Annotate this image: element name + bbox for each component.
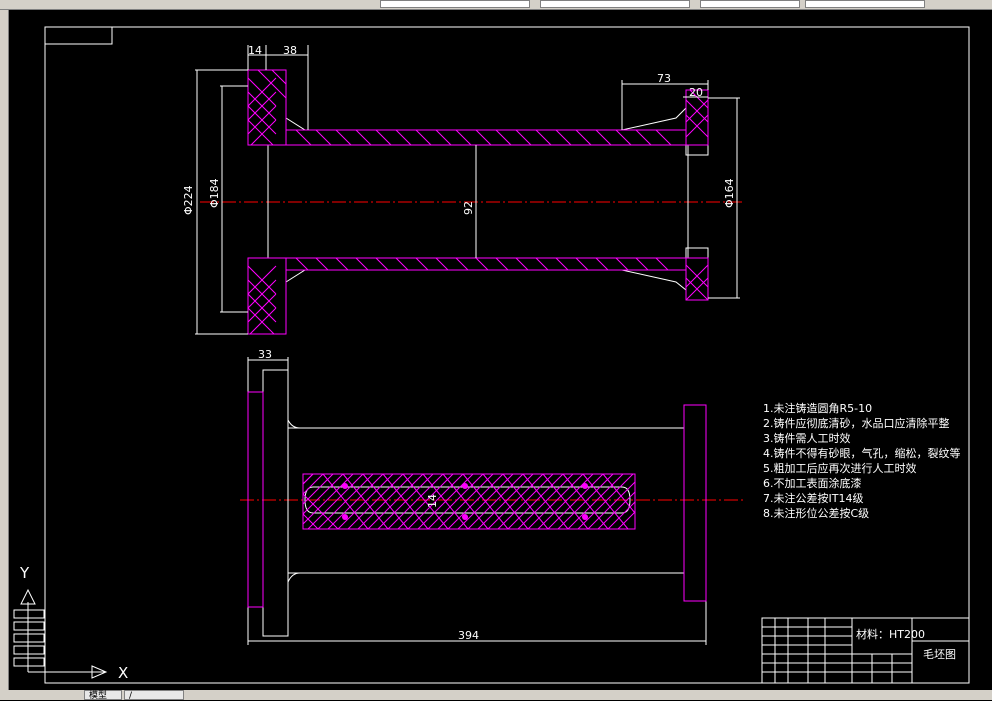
ucs-x-label: X: [118, 664, 128, 682]
drawing-canvas[interactable]: 14 38 73 20 Φ224 Φ184 Φ164 92 33 14 394 …: [0, 0, 992, 690]
note-3: 3.铸件需人工时效: [763, 431, 851, 445]
technical-notes: 1.未注铸造圆角R5-10 2.铸件应彻底清砂，水品口应清除平整 3.铸件需人工…: [763, 401, 961, 520]
dim-92: 92: [462, 201, 475, 215]
dim-phi164: Φ164: [723, 178, 736, 208]
note-1: 1.未注铸造圆角R5-10: [763, 401, 872, 415]
dim-394: 394: [458, 629, 479, 642]
note-2: 2.铸件应彻底清砂，水品口应清除平整: [763, 416, 950, 430]
note-7: 7.未注公差按IT14级: [763, 491, 863, 505]
note-5: 5.粗加工后应再次进行人工时效: [763, 461, 917, 475]
dim-20: 20: [689, 86, 703, 99]
dim-33: 33: [258, 348, 272, 361]
dim-14: 14: [248, 44, 262, 57]
dim-phi184: Φ184: [208, 178, 221, 208]
dim-14-slot: 14: [426, 494, 439, 508]
ucs-y-label: Y: [19, 564, 30, 582]
dim-73: 73: [657, 72, 671, 85]
ucs-icon: [13, 588, 108, 679]
border-corner-box: [44, 26, 113, 45]
note-8: 8.未注形位公差按C级: [763, 506, 869, 520]
tab-model[interactable]: 模型: [84, 690, 122, 701]
drawing-border: [44, 26, 970, 684]
note-4: 4.铸件不得有砂眼，气孔，缩松，裂纹等: [763, 446, 961, 460]
dim-38: 38: [283, 44, 297, 57]
material-label: 材料：HT200: [856, 627, 925, 641]
tab-layout[interactable]: /: [124, 690, 184, 701]
drawing-name: 毛坯图: [923, 648, 956, 661]
plan-view: 33 14 394: [240, 348, 745, 645]
layout-tabs: 模型 /: [0, 690, 992, 701]
section-view: 14 38 73 20 Φ224 Φ184 Φ164 92: [182, 44, 745, 335]
note-6: 6.不加工表面涂底漆: [763, 476, 862, 490]
dim-phi224: Φ224: [182, 185, 195, 215]
